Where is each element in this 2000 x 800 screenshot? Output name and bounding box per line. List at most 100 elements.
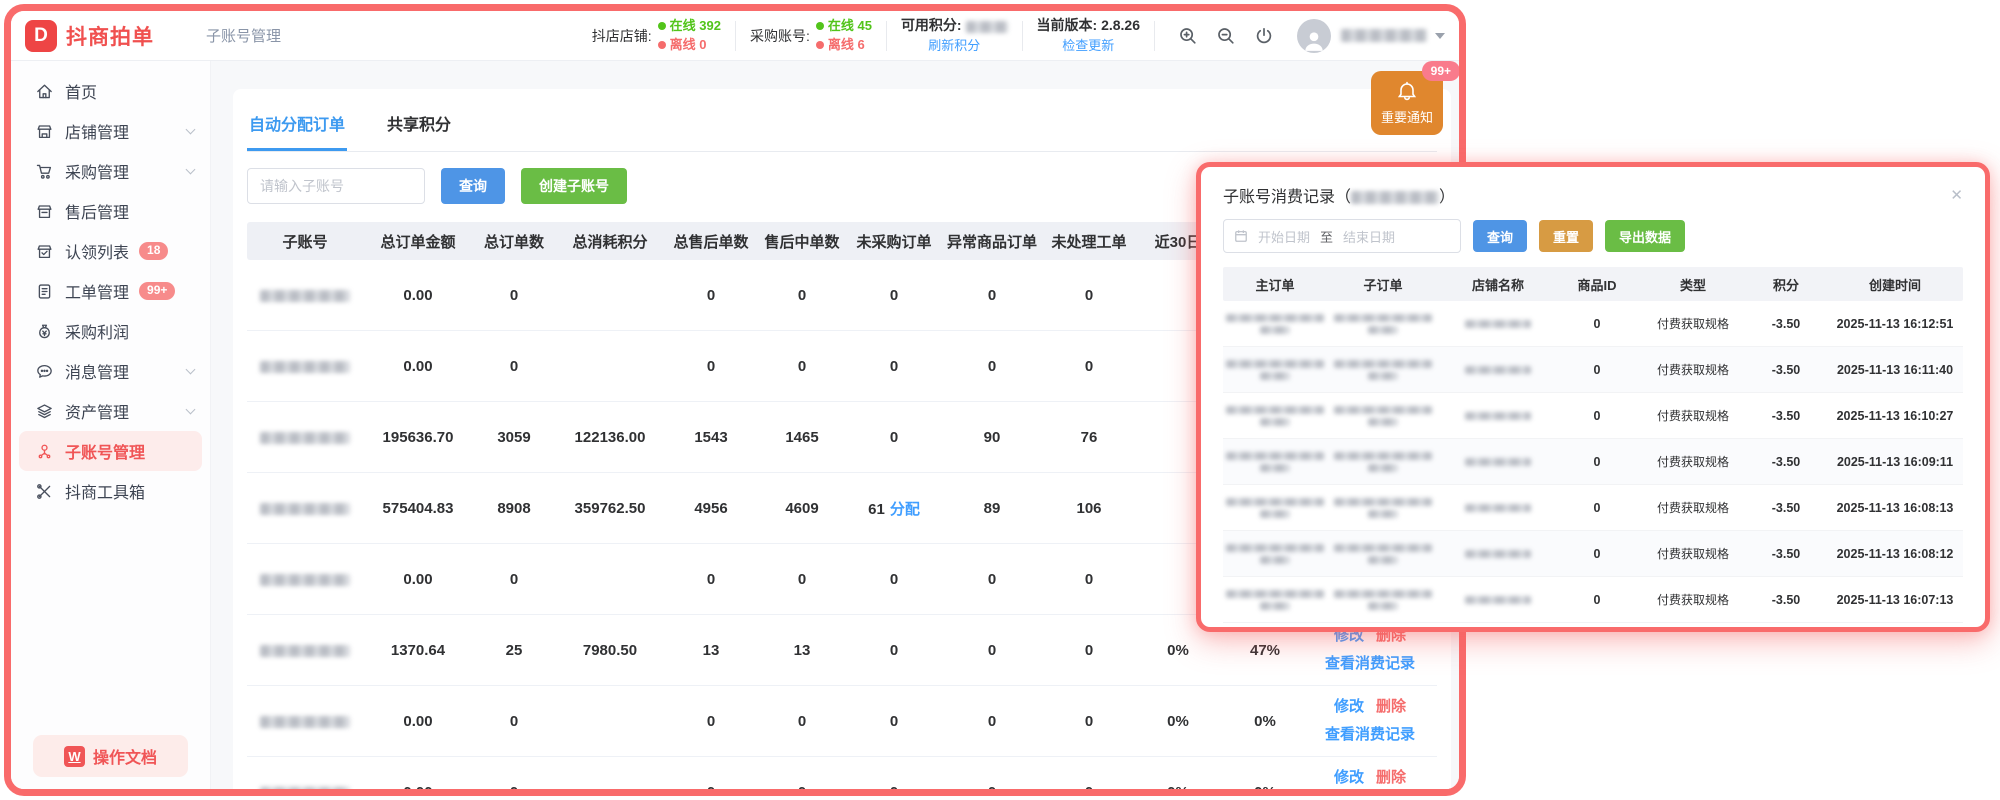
records-column-header: 主订单 — [1223, 275, 1327, 294]
cell-total-orders: 3059 — [473, 429, 555, 446]
online-dot-icon — [816, 22, 824, 30]
cell-unpurchased: 0 — [847, 358, 941, 375]
cell-subaccount — [247, 571, 363, 588]
cell-unhandled: 0 — [1043, 358, 1135, 375]
cell-sub-order — [1327, 498, 1439, 518]
create-subaccount-button[interactable]: 创建子账号 — [521, 168, 627, 204]
important-notice-button[interactable]: 99+ 重要通知 — [1371, 71, 1443, 135]
divider — [1022, 21, 1023, 51]
delete-link[interactable]: 删除 — [1376, 769, 1406, 786]
cell-product-id: 0 — [1557, 455, 1637, 469]
sidebar-item-6[interactable]: 采购利润 — [11, 311, 210, 351]
action-line: 查看消费记录 — [1309, 650, 1431, 679]
masked-text — [1465, 458, 1531, 466]
chevron-down-icon — [186, 125, 196, 135]
cell-points: 359762.50 — [555, 500, 665, 517]
subaccount-search-input[interactable] — [247, 168, 425, 204]
delete-link[interactable]: 删除 — [1376, 698, 1406, 715]
masked-text — [1334, 452, 1432, 460]
cell-after-sale: 0 — [665, 287, 757, 304]
date-range-picker[interactable]: 开始日期 至 结束日期 — [1223, 219, 1461, 253]
masked-order-number — [1223, 590, 1327, 610]
app-title: 抖商拍单 — [66, 21, 154, 51]
modal-reset-button[interactable]: 重置 — [1539, 220, 1593, 252]
close-icon[interactable]: ✕ — [1950, 186, 1963, 204]
sidebar-item-1[interactable]: 店铺管理 — [11, 111, 210, 151]
cell-after-sale: 0 — [665, 571, 757, 588]
masked-text — [1465, 366, 1531, 374]
doc-icon — [35, 282, 54, 301]
sidebar-item-5[interactable]: 工单管理99+ — [11, 271, 210, 311]
sidebar-item-4[interactable]: 认领列表18 — [11, 231, 210, 271]
cell-created-time: 2025-11-13 16:07:13 — [1823, 593, 1967, 607]
docs-button[interactable]: W 操作文档 — [33, 735, 188, 777]
cell-unhandled: 0 — [1043, 571, 1135, 588]
sidebar-item-8[interactable]: 资产管理 — [11, 391, 210, 431]
action-line: 修改删除 — [1309, 693, 1431, 722]
cell-product-id: 0 — [1557, 593, 1637, 607]
masked-order-number — [1223, 498, 1327, 518]
power-icon[interactable] — [1254, 26, 1274, 46]
edit-link[interactable]: 修改 — [1334, 698, 1364, 715]
cell-total-amount: 195636.70 — [363, 429, 473, 446]
masked-text — [1465, 412, 1531, 420]
view-records-link[interactable]: 查看消费记录 — [1325, 655, 1415, 672]
records-column-header: 店铺名称 — [1439, 275, 1557, 294]
cell-unpurchased: 0 — [847, 287, 941, 304]
cart-icon — [35, 162, 54, 181]
cell-total-amount: 0.00 — [363, 784, 473, 790]
query-button[interactable]: 查询 — [441, 168, 505, 204]
masked-text — [1368, 602, 1398, 610]
export-data-button[interactable]: 导出数据 — [1605, 220, 1685, 252]
edit-link[interactable]: 修改 — [1334, 769, 1364, 786]
records-header-row: 主订单子订单店铺名称商品ID类型积分创建时间 — [1223, 267, 1963, 301]
app-logo-icon: D — [25, 20, 57, 52]
masked-text — [1334, 360, 1432, 368]
consumption-records-modal: 子账号消费记录（） ✕ 开始日期 至 结束日期 查询 重置 导出数据 主订单子订… — [1196, 162, 1990, 632]
refresh-points-link[interactable]: 刷新积分 — [901, 36, 1008, 56]
cell-main-order — [1223, 314, 1327, 334]
cell-abnormal: 0 — [941, 358, 1043, 375]
masked-order-number — [1327, 498, 1439, 518]
column-header: 子账号 — [247, 231, 363, 252]
cell-total-amount: 1370.64 — [363, 642, 473, 659]
sidebar-item-2[interactable]: 采购管理 — [11, 151, 210, 191]
cell-product-id: 0 — [1557, 363, 1637, 377]
store-icon — [35, 122, 54, 141]
zoom-in-icon[interactable] — [1178, 26, 1198, 46]
cell-unhandled: 0 — [1043, 642, 1135, 659]
tab-1[interactable]: 共享积分 — [385, 97, 453, 151]
allocate-link[interactable]: 分配 — [890, 501, 920, 518]
column-header: 总售后单数 — [665, 231, 757, 252]
chevron-down-icon[interactable] — [1435, 33, 1445, 39]
cell-after-sale: 0 — [665, 713, 757, 730]
records-row: 0付费获取规格-3.502025-11-13 16:12:51 — [1223, 301, 1963, 347]
avatar[interactable] — [1297, 19, 1331, 53]
cell-in-after-sale: 4609 — [757, 500, 847, 517]
sidebar-item-7[interactable]: 消息管理 — [11, 351, 210, 391]
zoom-out-icon[interactable] — [1216, 26, 1236, 46]
cell-points: -3.50 — [1749, 409, 1823, 423]
masked-text — [1368, 464, 1398, 472]
cell-main-order — [1223, 590, 1327, 610]
masked-text — [1368, 372, 1398, 380]
sidebar-item-9[interactable]: 子账号管理 — [19, 431, 202, 471]
tab-0[interactable]: 自动分配订单 — [247, 97, 347, 151]
sidebar-item-10[interactable]: 抖商工具箱 — [11, 471, 210, 511]
check-update-link[interactable]: 检查更新 — [1037, 36, 1141, 56]
sidebar-menu: 首页店铺管理采购管理售后管理认领列表18工单管理99+采购利润消息管理资产管理子… — [11, 61, 210, 511]
purchase-online-status: 在线 45 — [816, 17, 872, 36]
sidebar-item-0[interactable]: 首页 — [11, 71, 210, 111]
sidebar-item-3[interactable]: 售后管理 — [11, 191, 210, 231]
masked-text — [1368, 326, 1398, 334]
records-column-header: 商品ID — [1557, 275, 1637, 294]
cell-in-after-sale: 13 — [757, 642, 847, 659]
cell-percent-1: 0% — [1135, 642, 1221, 659]
modal-query-button[interactable]: 查询 — [1473, 220, 1527, 252]
version-label: 当前版本: — [1037, 17, 1098, 33]
cell-shop-name — [1439, 455, 1557, 469]
view-records-link[interactable]: 查看消费记录 — [1325, 726, 1415, 743]
store2-icon — [35, 202, 54, 221]
masked-text — [1334, 544, 1432, 552]
cell-total-orders: 0 — [473, 713, 555, 730]
